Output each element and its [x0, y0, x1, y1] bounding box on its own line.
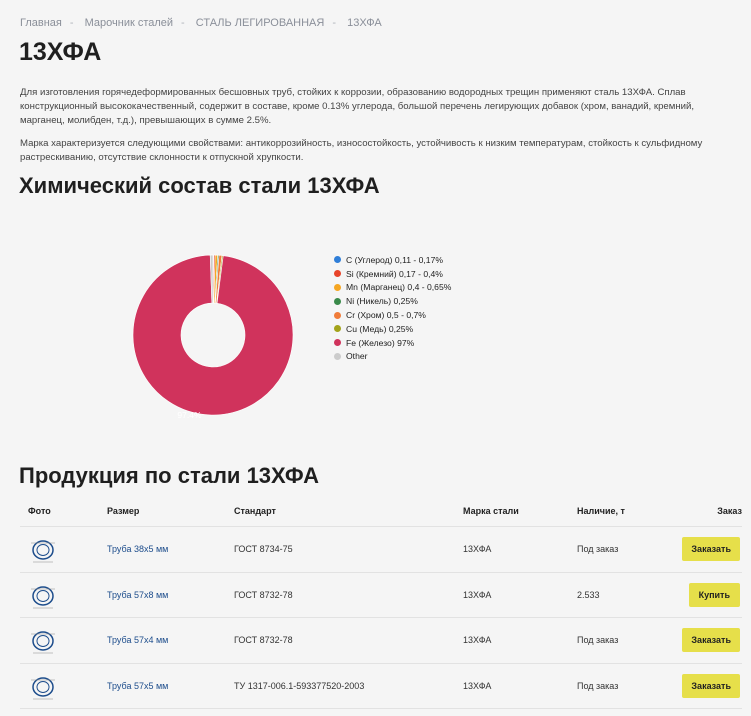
legend-dot: [334, 325, 341, 333]
products-table: Фото Размер Стандарт Марка стали Наличие…: [20, 497, 742, 709]
product-standard: ГОСТ 8734-75: [234, 544, 293, 554]
breadcrumb-current: 13ХФА: [347, 17, 382, 29]
table-row: Труба 57х8 мм ГОСТ 8732-78 13ХФА 2.533 К…: [20, 573, 742, 618]
breadcrumb-alloy-steel[interactable]: СТАЛЬ ЛЕГИРОВАННАЯ: [196, 17, 325, 29]
legend-dot: [334, 256, 341, 264]
pipe-photo-icon[interactable]: [28, 580, 60, 612]
breadcrumb-separator: -: [181, 17, 185, 29]
legend-label: Cu (Медь) 0,25%: [346, 323, 414, 334]
pipe-photo-icon[interactable]: [28, 534, 60, 566]
pie-data-label: 97.4%: [177, 410, 202, 418]
breadcrumb-steel-grades[interactable]: Марочник сталей: [85, 17, 173, 29]
order-button[interactable]: Заказать: [682, 673, 740, 698]
product-standard: ГОСТ 8732-78: [234, 589, 293, 600]
legend-dot: [334, 339, 341, 347]
product-steel-grade: 13ХФА: [463, 589, 492, 600]
product-stock: Под заказ: [577, 680, 619, 691]
table-header: Фото Размер Стандарт Марка стали Наличие…: [20, 497, 742, 527]
legend-item[interactable]: C (Углерод) 0,11 - 0,17%: [334, 253, 451, 267]
composition-chart: 97.4%: [125, 248, 305, 420]
chemical-composition-heading: Химический состав стали 13ХФА: [19, 173, 380, 198]
legend-item[interactable]: Si (Кремний) 0,17 - 0,4%: [334, 267, 451, 281]
description-paragraph: Для изготовления горячедеформированных б…: [20, 87, 695, 126]
breadcrumb: Главная - Марочник сталей - СТАЛЬ ЛЕГИРОВА…: [20, 17, 382, 29]
product-size-link[interactable]: Труба 57х5 мм: [107, 681, 168, 691]
header-steel-grade: Марка стали: [463, 506, 519, 516]
header-standard: Стандарт: [234, 506, 276, 516]
order-button[interactable]: Заказать: [682, 628, 740, 652]
legend-dot: [334, 283, 341, 291]
header-stock: Наличие, т: [577, 506, 625, 516]
legend-label: C (Углерод) 0,11 - 0,17%: [346, 254, 443, 265]
properties-paragraph: Марка характеризуется следующими свойств…: [20, 138, 703, 163]
order-button[interactable]: Заказать: [682, 537, 740, 561]
legend-item[interactable]: Fe (Железо) 97%: [334, 336, 451, 350]
pipe-photo-icon[interactable]: [28, 625, 60, 657]
legend-dot: [334, 297, 341, 305]
legend-label: Mn (Марганец) 0,4 - 0,65%: [346, 282, 452, 293]
product-standard: ГОСТ 8732-78: [234, 635, 293, 645]
legend-label: Cr (Хром) 0,5 - 0,7%: [346, 310, 426, 321]
table-row: Труба 57х5 мм ТУ 1317-006.1-593377520-20…: [20, 664, 742, 709]
breadcrumb-separator: -: [69, 17, 74, 29]
legend-item[interactable]: Other: [334, 350, 451, 364]
legend-item[interactable]: Ni (Никель) 0,25%: [334, 294, 451, 308]
donut-chart-svg: 97.4%: [132, 254, 294, 420]
product-size-link[interactable]: Труба 57х4 мм: [107, 635, 168, 645]
breadcrumb-separator: -: [332, 17, 337, 29]
page-title: 13ХФА: [19, 38, 102, 66]
header-order: Заказ: [717, 506, 742, 516]
legend-label: Si (Кремний) 0,17 - 0,4%: [346, 268, 443, 279]
table-row: Труба 38х5 мм ГОСТ 8734-75 13ХФА Под зак…: [20, 527, 742, 573]
legend-dot: [334, 311, 341, 319]
product-steel-grade: 13ХФА: [463, 635, 492, 645]
product-standard: ТУ 1317-006.1-593377520-2003: [234, 680, 365, 691]
buy-button[interactable]: Купить: [688, 582, 740, 607]
chart-legend: C (Углерод) 0,11 - 0,17% Si (Кремний) 0,1…: [334, 253, 451, 363]
table-row: Труба 57х4 мм ГОСТ 8732-78 13ХФА Под зак…: [20, 618, 742, 664]
legend-item[interactable]: Mn (Марганец) 0,4 - 0,65%: [334, 281, 451, 295]
product-size-link[interactable]: Труба 57х8 мм: [107, 590, 168, 600]
product-steel-grade: 13ХФА: [463, 680, 492, 691]
legend-label: Other: [346, 351, 368, 362]
header-photo: Фото: [28, 506, 51, 516]
product-stock: Под заказ: [577, 635, 619, 645]
legend-label: Fe (Железо) 97%: [346, 337, 415, 348]
legend-dot: [334, 270, 341, 278]
header-size: Размер: [107, 506, 140, 516]
product-stock: 2.533: [577, 589, 600, 600]
legend-item[interactable]: Cu (Медь) 0,25%: [334, 322, 451, 336]
pipe-photo-icon[interactable]: [28, 671, 60, 703]
product-size-link[interactable]: Труба 38х5 мм: [107, 544, 168, 554]
product-stock: Под заказ: [577, 544, 619, 554]
legend-dot: [334, 352, 341, 360]
breadcrumb-home[interactable]: Главная: [20, 17, 62, 29]
products-heading: Продукция по стали 13ХФА: [19, 463, 319, 488]
legend-label: Ni (Никель) 0,25%: [346, 296, 418, 307]
legend-item[interactable]: Cr (Хром) 0,5 - 0,7%: [334, 308, 451, 322]
product-steel-grade: 13ХФА: [463, 544, 492, 554]
